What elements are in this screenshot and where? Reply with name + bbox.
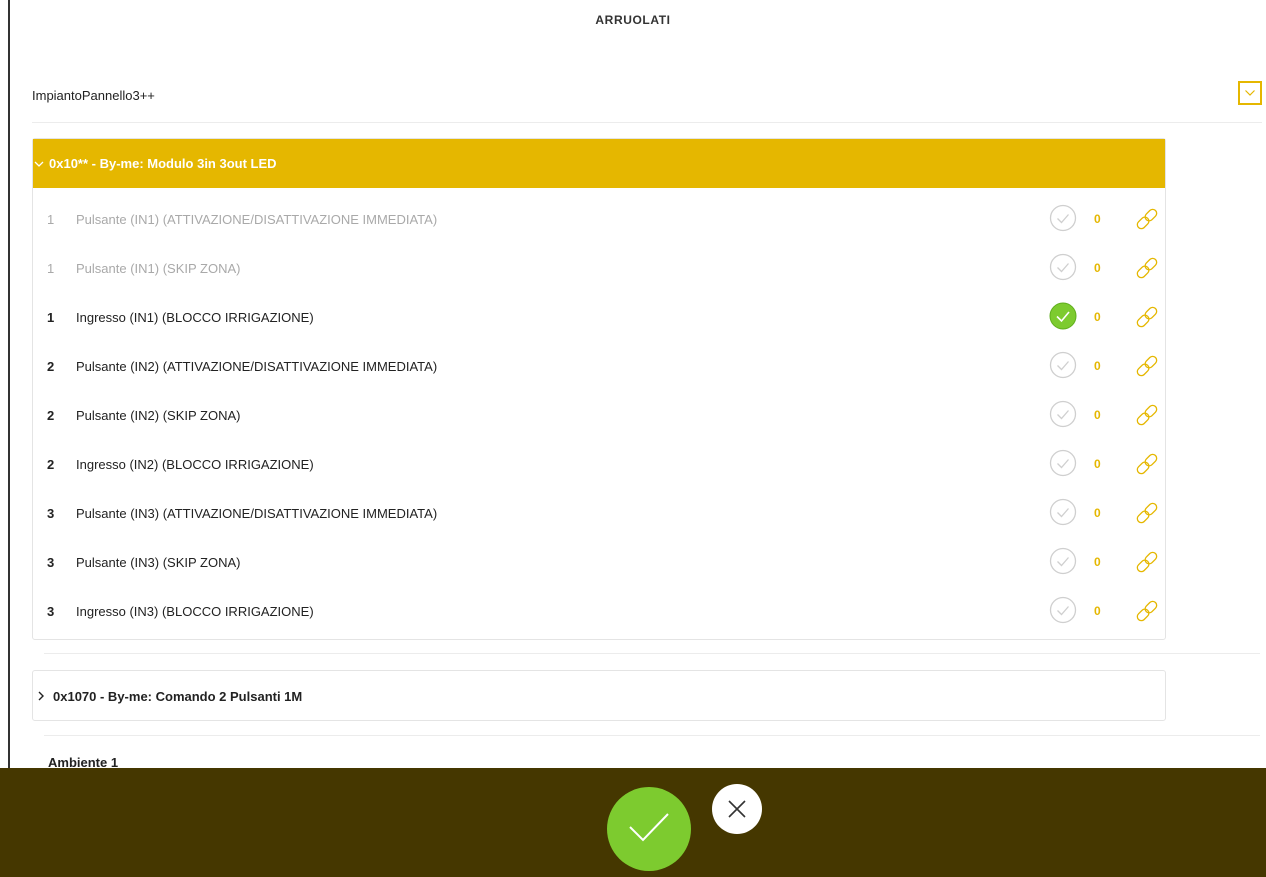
function-row: 1 Pulsante (IN1) (ATTIVAZIONE/DISATTIVAZI… [33, 195, 1165, 244]
input-number: 1 [47, 212, 55, 227]
link-icon[interactable] [1133, 205, 1161, 233]
left-border [8, 0, 10, 768]
select-check-icon[interactable] [1049, 400, 1077, 428]
link-icon[interactable] [1133, 597, 1161, 625]
device-title: 0x10** - By-me: Modulo 3in 3out LED [49, 156, 277, 171]
system-expand-button[interactable] [1238, 81, 1262, 105]
select-check-icon[interactable] [1049, 302, 1077, 330]
select-check-icon[interactable] [1049, 204, 1077, 232]
link-count: 0 [1094, 457, 1101, 471]
link-icon[interactable] [1133, 352, 1161, 380]
divider [44, 653, 1260, 654]
checkmark-icon [629, 813, 669, 842]
page-title: ARRUOLATI [595, 13, 671, 27]
function-list: 1 Pulsante (IN1) (ATTIVAZIONE/DISATTIVAZI… [33, 188, 1165, 636]
chevron-right-icon [38, 691, 44, 701]
select-check-icon[interactable] [1049, 596, 1077, 624]
link-count: 0 [1094, 261, 1101, 275]
link-count: 0 [1094, 212, 1101, 226]
function-label: Pulsante (IN2) (ATTIVAZIONE/DISATTIVAZIO… [76, 359, 438, 374]
device-title: 0x1070 - By-me: Comando 2 Pulsanti 1M [53, 689, 303, 704]
link-icon[interactable] [1133, 499, 1161, 527]
chevron-down-icon [34, 161, 44, 167]
link-count: 0 [1094, 310, 1101, 324]
function-row: 2 Pulsante (IN2) (ATTIVAZIONE/DISATTIVAZI… [33, 342, 1165, 391]
link-icon[interactable] [1133, 303, 1161, 331]
divider [44, 735, 1260, 736]
select-check-icon[interactable] [1049, 253, 1077, 281]
link-icon[interactable] [1133, 450, 1161, 478]
function-row: 3 Pulsante (IN3) (SKIP ZONA) 0 [33, 538, 1165, 587]
function-row: 1 Pulsante (IN1) (SKIP ZONA) 0 [33, 244, 1165, 293]
link-count: 0 [1094, 555, 1101, 569]
function-label: Pulsante (IN3) (ATTIVAZIONE/DISATTIVAZIO… [76, 506, 438, 521]
function-label: Ingresso (IN1) (BLOCCO IRRIGAZIONE) [76, 310, 314, 325]
select-check-icon[interactable] [1049, 351, 1077, 379]
link-count: 0 [1094, 408, 1101, 422]
input-number: 2 [47, 457, 55, 472]
link-icon[interactable] [1133, 401, 1161, 429]
link-count: 0 [1094, 359, 1101, 373]
system-name: ImpiantoPannello3++ [32, 88, 155, 103]
input-number: 2 [47, 408, 55, 423]
function-label: Pulsante (IN3) (SKIP ZONA) [76, 555, 241, 570]
link-count: 0 [1094, 604, 1101, 618]
function-label: Pulsante (IN2) (SKIP ZONA) [76, 408, 241, 423]
function-row: 2 Ingresso (IN2) (BLOCCO IRRIGAZIONE) 0 [33, 440, 1165, 489]
function-label: Ingresso (IN2) (BLOCCO IRRIGAZIONE) [76, 457, 314, 472]
input-number: 3 [47, 555, 55, 570]
function-label: Ingresso (IN3) (BLOCCO IRRIGAZIONE) [76, 604, 314, 619]
input-number: 3 [47, 506, 55, 521]
function-row: 3 Ingresso (IN3) (BLOCCO IRRIGAZIONE) 0 [33, 587, 1165, 636]
cancel-button[interactable] [712, 784, 762, 834]
link-icon[interactable] [1133, 254, 1161, 282]
function-row: 2 Pulsante (IN2) (SKIP ZONA) 0 [33, 391, 1165, 440]
input-number: 3 [47, 604, 55, 619]
input-number: 1 [47, 261, 55, 276]
device-panel-header[interactable]: 0x10** - By-me: Modulo 3in 3out LED [33, 139, 1165, 188]
select-check-icon[interactable] [1049, 449, 1077, 477]
select-check-icon[interactable] [1049, 498, 1077, 526]
close-icon [728, 800, 746, 818]
input-number: 2 [47, 359, 55, 374]
function-label: Pulsante (IN1) (SKIP ZONA) [76, 261, 241, 276]
function-label: Pulsante (IN1) (ATTIVAZIONE/DISATTIVAZIO… [76, 212, 438, 227]
confirm-button[interactable] [607, 787, 691, 871]
system-row: ImpiantoPannello3++ [32, 81, 1262, 123]
input-number: 1 [47, 310, 55, 325]
device-panel-collapsed[interactable]: 0x1070 - By-me: Comando 2 Pulsanti 1M [32, 670, 1166, 721]
device-panel: 0x10** - By-me: Modulo 3in 3out LED 1 Pul… [32, 138, 1166, 640]
link-count: 0 [1094, 506, 1101, 520]
function-row: 1 Ingresso (IN1) (BLOCCO IRRIGAZIONE) 0 [33, 293, 1165, 342]
chevron-down-icon [1245, 90, 1255, 96]
select-check-icon[interactable] [1049, 547, 1077, 575]
function-row: 3 Pulsante (IN3) (ATTIVAZIONE/DISATTIVAZI… [33, 489, 1165, 538]
link-icon[interactable] [1133, 548, 1161, 576]
